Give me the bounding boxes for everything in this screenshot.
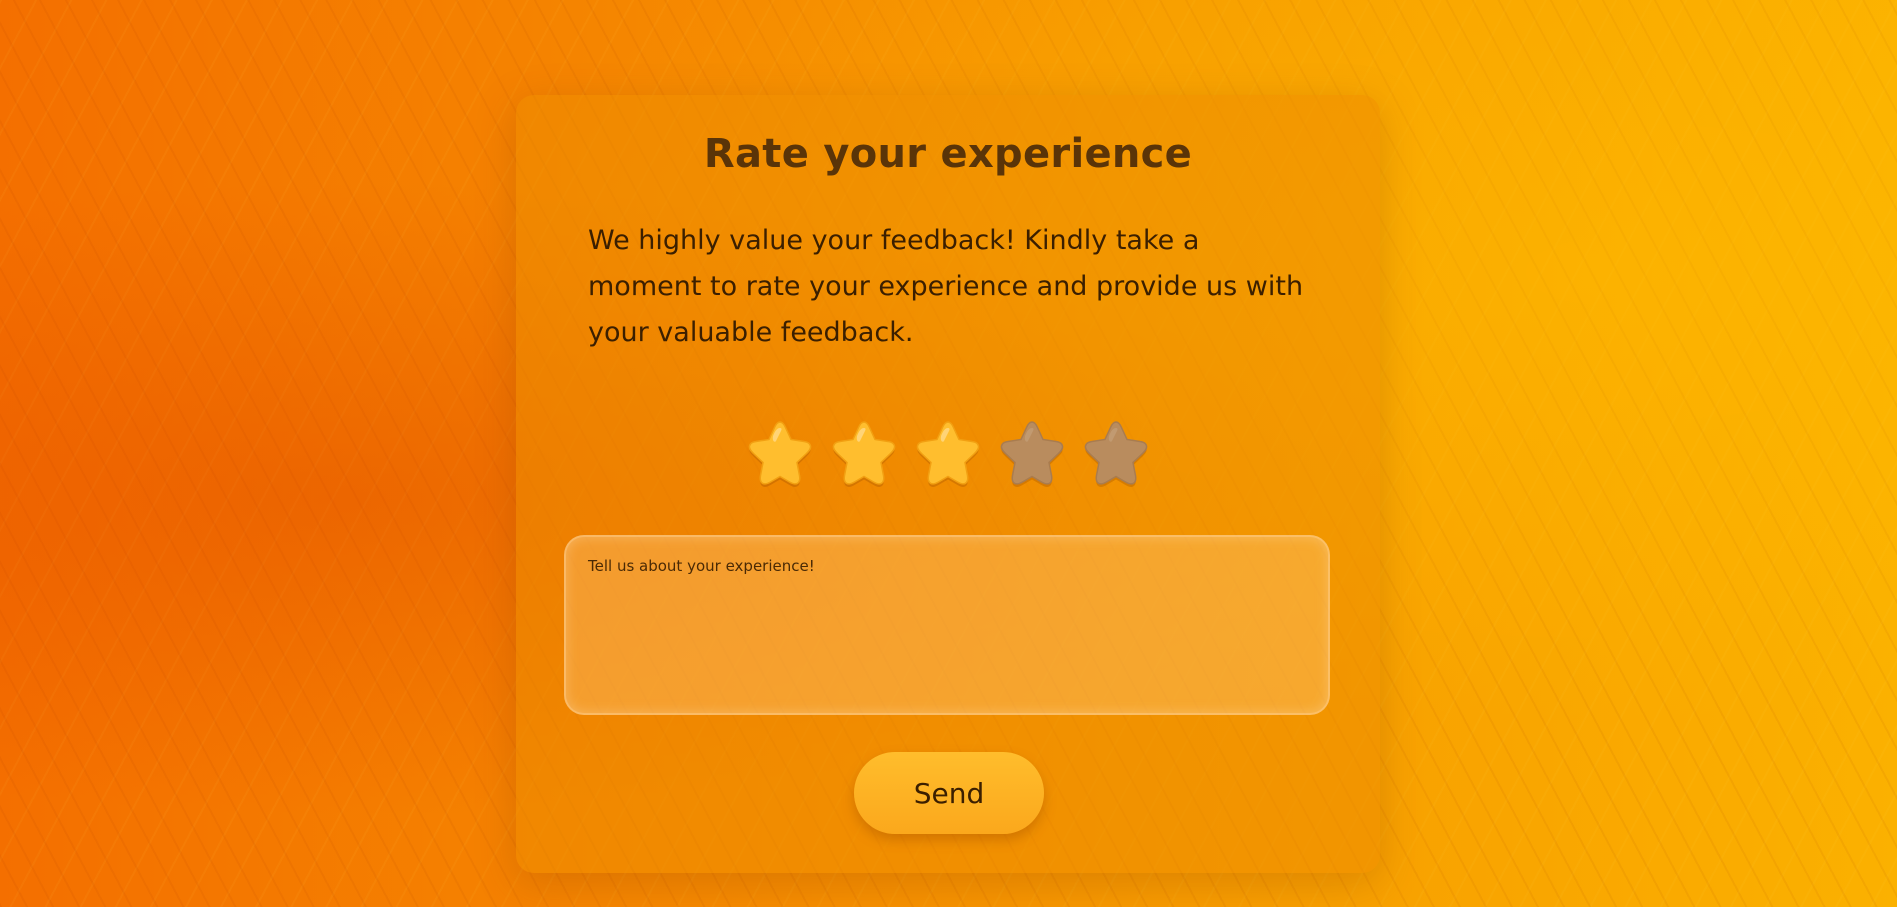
star-5-icon[interactable]: [1079, 416, 1153, 490]
feedback-textarea[interactable]: [564, 535, 1330, 715]
star-rating: [743, 416, 1153, 490]
rating-card: Rate your experience We highly value you…: [516, 95, 1380, 873]
card-description: We highly value your feedback! Kindly ta…: [588, 225, 1304, 348]
star-4-icon[interactable]: [995, 416, 1069, 490]
send-button[interactable]: Send: [854, 752, 1044, 834]
star-2-icon[interactable]: [827, 416, 901, 490]
star-1-icon[interactable]: [743, 416, 817, 490]
star-3-icon[interactable]: [911, 416, 985, 490]
card-title: Rate your experience: [703, 131, 1193, 177]
